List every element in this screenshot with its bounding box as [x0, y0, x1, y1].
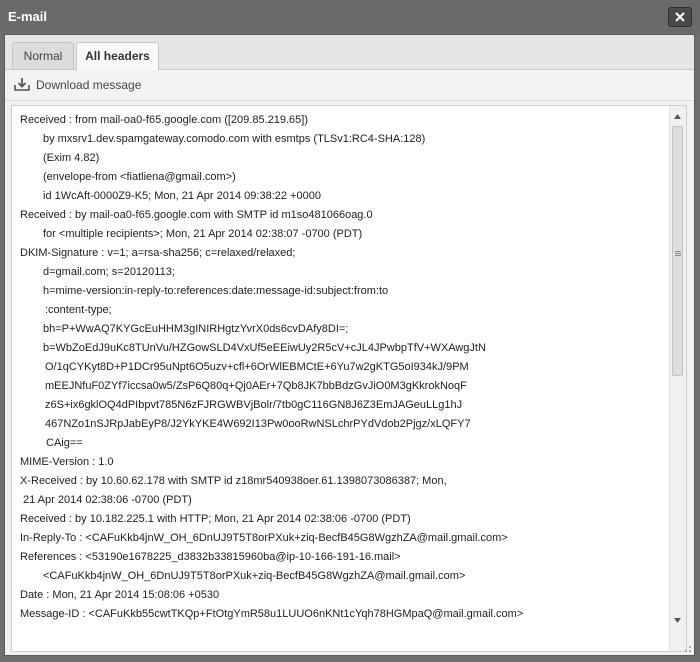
- download-icon: [14, 78, 30, 91]
- close-button[interactable]: [668, 7, 692, 27]
- header-line: by mxsrv1.dev.spamgateway.comodo.com wit…: [43, 133, 426, 145]
- header-line: X-Received : by 10.60.62.178 with SMTP i…: [20, 475, 447, 487]
- dialog-title: E-mail: [8, 9, 48, 24]
- header-line: References : <53190e1678225_d3832b338159…: [20, 551, 401, 563]
- header-line: Received : from mail-oa0-f65.google.com …: [20, 114, 308, 126]
- scroll-down-arrow-icon[interactable]: [674, 618, 681, 623]
- header-line: :content-type;: [45, 304, 112, 316]
- header-line: In-Reply-To : <CAFuKkb4jnW_OH_6DnUJ9T5T8…: [20, 532, 508, 544]
- vertical-scrollbar[interactable]: [669, 106, 686, 651]
- header-line: MIME-Version : 1.0: [20, 456, 114, 468]
- header-line: Received : by 10.182.225.1 with HTTP; Mo…: [20, 513, 411, 525]
- scrollbar-thumb[interactable]: [672, 126, 683, 376]
- scroll-up-arrow-icon[interactable]: [674, 114, 681, 119]
- header-line: 21 Apr 2014 02:38:06 -0700 (PDT): [23, 494, 192, 506]
- header-line: O/1qCYKyt8D+P1DCr95uNpt6O5uzv+cfl+6OrWlE…: [45, 361, 469, 373]
- tab-normal[interactable]: Normal: [12, 42, 74, 69]
- header-line: <CAFuKkb4jnW_OH_6DnUJ9T5T8orPXuk+ziq-Bec…: [43, 570, 466, 582]
- header-line: (Exim 4.82): [43, 152, 100, 164]
- header-line: mEEJNfuF0ZYf7iccsa0w5/ZsP6Q80q+Qj0AEr+7Q…: [45, 380, 467, 392]
- download-message-label: Download message: [36, 78, 142, 92]
- header-line: z6S+ix6gklOQ4dPIbpvt785N6zFJRGWBVjBolr/7…: [45, 399, 463, 411]
- header-line: 467NZo1nSJRpJabEyP8/J2YkYKE4W692I13Pw0oo…: [45, 418, 471, 430]
- resize-grip-icon[interactable]: [682, 643, 692, 653]
- header-line: DKIM-Signature : v=1; a=rsa-sha256; c=re…: [20, 247, 296, 259]
- tab-all-headers[interactable]: All headers: [76, 42, 159, 70]
- header-line: Received : by mail-oa0-f65.google.com wi…: [20, 209, 373, 221]
- header-line: d=gmail.com; s=20120113;: [43, 266, 175, 278]
- headers-text-area[interactable]: Received : from mail-oa0-f65.google.com …: [11, 105, 687, 652]
- close-icon: [675, 12, 685, 22]
- tab-bar: Normal All headers: [5, 35, 694, 70]
- header-line: bh=P+WwAQ7KYGcEuHHM3gINIRHgtzYvrX0ds6cvD…: [43, 323, 349, 335]
- dialog-titlebar[interactable]: E-mail: [0, 0, 700, 34]
- header-line: Date : Mon, 21 Apr 2014 15:08:06 +0530: [20, 589, 220, 601]
- email-dialog: E-mail Normal All headers Download messa…: [0, 0, 700, 662]
- header-line: h=mime-version:in-reply-to:references:da…: [43, 285, 389, 297]
- toolbar: Download message: [5, 70, 694, 101]
- header-line: b=WbZoEdJ9uKc8TUnVu/HZGowSLD4VxUf5eEEiwU…: [43, 342, 486, 354]
- header-line: for <multiple recipients>; Mon, 21 Apr 2…: [43, 228, 363, 240]
- scrollbar-grip-icon: [675, 251, 681, 252]
- dialog-body: Normal All headers Download message Rece…: [4, 34, 695, 656]
- header-line: id 1WcAft-0000Z9-K5; Mon, 21 Apr 2014 09…: [43, 190, 321, 202]
- header-line: Message-ID : <CAFuKkb55cwtTKQp+FtOtgYmR5…: [20, 608, 524, 620]
- header-line: CAig==: [46, 437, 83, 449]
- header-line: (envelope-from <fiatliena@gmail.com>): [43, 171, 236, 183]
